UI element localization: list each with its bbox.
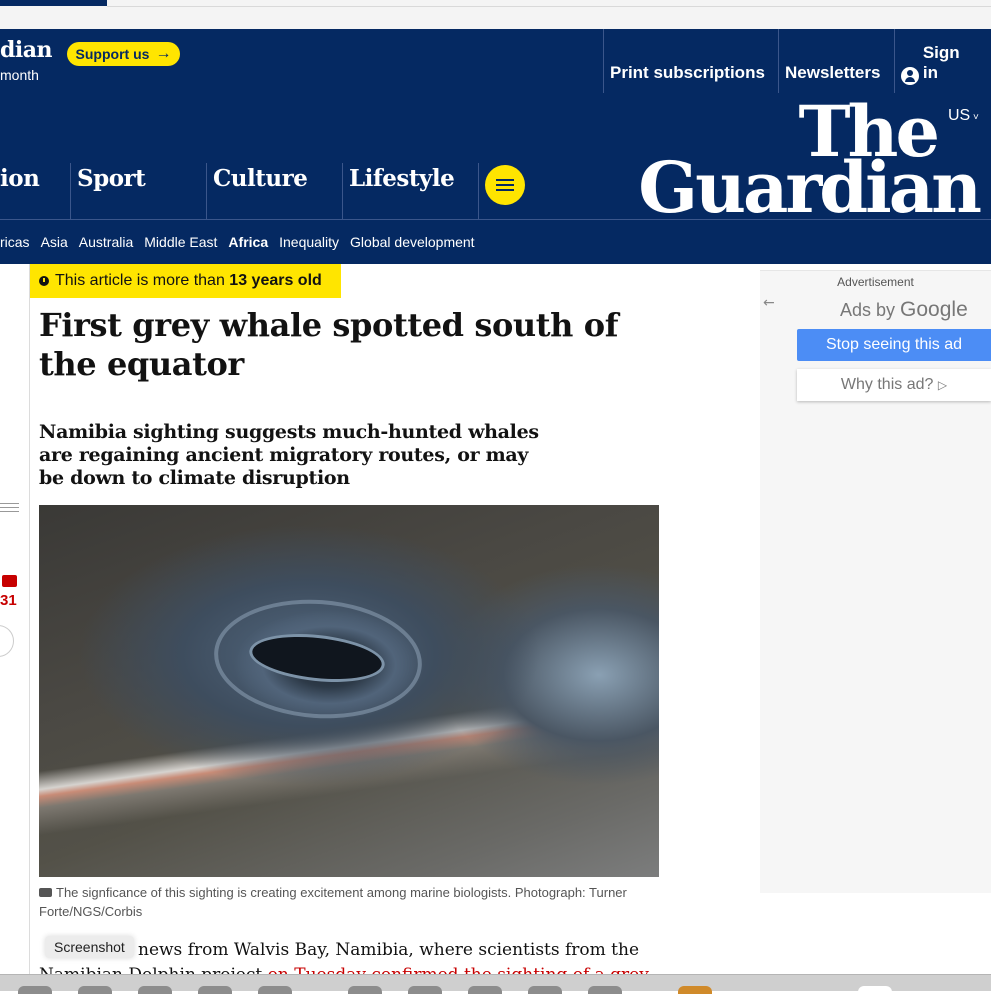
ad-panel: Advertisement ← Ads by Google Stop seein… [760,270,991,893]
subnav-item-australia[interactable]: Australia [79,234,133,250]
dock-app-icon[interactable] [78,986,112,994]
menu-icon-bar [496,189,514,191]
comment-icon[interactable] [2,575,17,587]
share-menu-icon[interactable] [0,503,19,515]
top-links: Print subscriptions Newsletters Sign in [603,29,991,93]
top-bar: dian month Support us → Print subscripti… [0,29,991,93]
pillar-divider [478,163,479,219]
subnav-items: ricas Asia Australia Middle East Africa … [0,234,475,250]
support-us-button[interactable]: Support us → [67,42,180,66]
dock-app-icon[interactable] [858,986,892,994]
browser-strip [0,0,991,29]
age-notice-prefix: This article is more than [55,272,225,289]
support-masthead-fragment: dian [0,37,53,63]
article-standfirst: Namibia sighting suggests much-hunted wh… [39,421,539,489]
ads-by-google: Ads by Google [840,298,968,322]
sign-in-link[interactable]: Sign in [894,29,991,93]
support-us-label: Support us [75,46,150,62]
dock-app-icon[interactable] [348,986,382,994]
subnav-item-americas[interactable]: ricas [0,234,30,250]
dock-app-icon[interactable] [408,986,442,994]
menu-icon [496,179,514,181]
dock-app-icon[interactable] [528,986,562,994]
support-subtext: month [0,67,39,83]
pillar-culture[interactable]: Culture [213,165,308,192]
dock-app-icon[interactable] [138,986,172,994]
pillar-divider [206,163,207,219]
sub-nav: ricas Asia Australia Middle East Africa … [0,219,991,264]
subnav-item-global-development[interactable]: Global development [350,234,475,250]
pillar-lifestyle[interactable]: Lifestyle [349,165,455,192]
adchoices-icon: ▷ [937,378,948,392]
dock-app-icon[interactable] [468,986,502,994]
pillar-sport[interactable]: Sport [77,165,146,192]
pillar-divider [70,163,71,219]
logo-line-2: Guardian [638,146,982,229]
clock-icon [39,276,49,286]
image-caption: The signficance of this sighting is crea… [39,883,659,921]
stop-seeing-ad-button[interactable]: Stop seeing this ad [797,329,991,361]
ads-by-label: Ads by [840,300,896,320]
print-subscriptions-link[interactable]: Print subscriptions [603,29,778,93]
caption-text: The signficance of this sighting is crea… [39,885,627,919]
subnav-item-middle-east[interactable]: Middle East [144,234,217,250]
subnav-item-inequality[interactable]: Inequality [279,234,339,250]
why-this-ad-label: Why this ad? [840,376,934,393]
dock-app-icon[interactable] [678,986,712,994]
newsletters-link[interactable]: Newsletters [778,29,894,93]
dock-app-icon[interactable] [258,986,292,994]
menu-button[interactable] [485,165,525,205]
arrow-right-icon: → [155,45,172,62]
left-column-rule [29,264,30,974]
ad-label: Advertisement [837,275,914,289]
camera-icon [39,888,52,897]
subnav-item-africa[interactable]: Africa [228,234,268,250]
pillar-divider [342,163,343,219]
back-arrow-icon[interactable]: ← [763,295,775,311]
age-notice-age: 13 years old [229,272,322,289]
article-headline: First grey whale spotted south of the eq… [39,306,619,383]
user-icon [901,67,919,85]
comment-count[interactable]: 31 [0,592,17,609]
menu-icon-bar [496,184,514,186]
article-main-image [39,505,659,877]
browser-divider [107,6,991,7]
active-tab-indicator[interactable] [0,0,107,6]
pillar-opinion[interactable]: ion [0,165,40,192]
share-circle-button[interactable] [0,625,14,657]
guardian-logo[interactable]: The Guardian [638,97,982,229]
google-label: Google [900,298,968,321]
sign-in-label: Sign in [922,43,960,82]
os-dock [0,974,991,994]
dock-app-icon[interactable] [198,986,232,994]
dock-app-icon[interactable] [588,986,622,994]
screenshot-tooltip: Screenshot [45,936,134,958]
why-this-ad-button[interactable]: Why this ad? ▷ [797,369,991,401]
subnav-item-asia[interactable]: Asia [41,234,68,250]
dock-app-icon[interactable] [18,986,52,994]
article-age-notice: This article is more than 13 years old [30,264,341,298]
